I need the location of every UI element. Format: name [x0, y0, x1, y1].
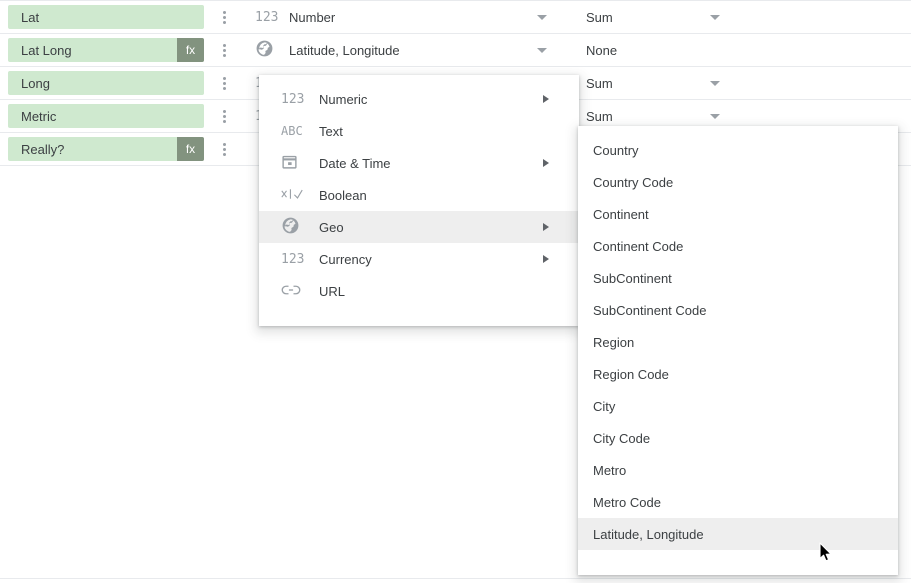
submenu-arrow-icon	[543, 95, 549, 103]
123-icon: 123	[255, 9, 279, 25]
menu-item-label: Boolean	[319, 187, 367, 203]
aggregation-label: None	[586, 42, 618, 58]
aggregation-label: Sum	[586, 75, 613, 91]
formula-fx-badge[interactable]: fx	[177, 137, 204, 161]
geo-menu-item-country-code[interactable]: Country Code	[578, 166, 898, 198]
geo-menu-item-latitude-longitude[interactable]: Latitude, Longitude	[578, 518, 898, 550]
submenu-arrow-icon	[543, 159, 549, 167]
type-menu-item-date-time[interactable]: Date & Time	[259, 147, 579, 179]
field-name-label: Really?	[21, 141, 65, 157]
geo-menu-item-continent[interactable]: Continent	[578, 198, 898, 230]
type-dropdown-caret-icon[interactable]	[537, 48, 547, 53]
globe-icon	[281, 216, 300, 238]
boolean-icon	[281, 187, 303, 204]
geo-menu-item-city-code[interactable]: City Code	[578, 422, 898, 454]
field-name-chip[interactable]: Lat	[8, 5, 204, 29]
field-type-cell[interactable]: 123 Number	[255, 1, 565, 33]
menu-item-label: Numeric	[319, 91, 368, 107]
geo-menu-item-subcontinent[interactable]: SubContinent	[578, 262, 898, 294]
abc-icon: ABC	[281, 124, 303, 138]
geo-menu-item-continent-code[interactable]: Continent Code	[578, 230, 898, 262]
menu-item-label: Text	[319, 123, 343, 139]
geo-menu-item-city[interactable]: City	[578, 390, 898, 422]
formula-fx-badge[interactable]: fx	[177, 38, 204, 62]
field-name-cell: Metric	[8, 104, 204, 128]
aggregation-dropdown-caret-icon[interactable]	[710, 15, 720, 20]
aggregation-cell[interactable]: Sum	[575, 67, 755, 99]
more-options-icon[interactable]	[210, 67, 238, 99]
more-options-icon[interactable]	[210, 100, 238, 132]
menu-item-icon-wrap	[281, 153, 319, 173]
aggregation-label: Sum	[586, 9, 613, 25]
geo-menu-item-country[interactable]: Country	[578, 134, 898, 166]
field-name-chip[interactable]: Lat Long	[8, 38, 204, 62]
geo-subtype-submenu[interactable]: Country Country Code Continent Continent Co…	[578, 126, 898, 575]
geo-menu-item-region-code[interactable]: Region Code	[578, 358, 898, 390]
data-type-menu[interactable]: 123 Numeric ABC Text Date & Time Boolean Geo 12…	[259, 75, 579, 326]
geo-menu-item-metro-code[interactable]: Metro Code	[578, 486, 898, 518]
menu-item-icon-wrap	[281, 187, 319, 204]
field-name-label: Lat Long	[21, 42, 72, 58]
field-type-label: Number	[289, 9, 336, 25]
globe-icon	[255, 39, 274, 61]
field-type-icon-wrap: 123	[255, 10, 289, 25]
field-name-cell: Really? fx	[8, 137, 204, 161]
submenu-arrow-icon	[543, 255, 549, 263]
more-options-icon[interactable]	[210, 34, 238, 66]
menu-item-label: Geo	[319, 219, 344, 235]
field-name-cell: Long	[8, 71, 204, 95]
field-name-label: Lat	[21, 9, 40, 25]
aggregation-cell[interactable]: None	[575, 34, 755, 66]
menu-item-icon-wrap: 123	[281, 252, 319, 267]
field-type-label: Latitude, Longitude	[289, 42, 400, 58]
link-icon	[281, 283, 301, 300]
geo-menu-item-region[interactable]: Region	[578, 326, 898, 358]
more-options-icon[interactable]	[210, 1, 238, 33]
123-icon: 123	[281, 91, 305, 107]
more-options-icon[interactable]	[210, 133, 238, 165]
field-row: Lat 123 Number Sum	[0, 0, 911, 34]
aggregation-label: Sum	[586, 108, 613, 124]
field-name-cell: Lat Long fx	[8, 38, 204, 62]
aggregation-cell[interactable]: Sum	[575, 1, 755, 33]
type-menu-item-numeric[interactable]: 123 Numeric	[259, 83, 579, 115]
type-menu-item-currency[interactable]: 123 Currency	[259, 243, 579, 275]
field-name-chip[interactable]: Metric	[8, 104, 204, 128]
menu-item-icon-wrap: 123	[281, 92, 319, 107]
geo-menu-item-metro[interactable]: Metro	[578, 454, 898, 486]
menu-item-icon-wrap	[281, 216, 319, 238]
menu-item-icon-wrap: ABC	[281, 124, 319, 138]
123-icon: 123	[281, 251, 305, 267]
aggregation-dropdown-caret-icon[interactable]	[710, 81, 720, 86]
field-name-chip[interactable]: Long	[8, 71, 204, 95]
calendar-icon	[281, 153, 298, 173]
bottom-divider	[0, 578, 911, 579]
submenu-arrow-icon	[543, 223, 549, 231]
type-menu-item-boolean[interactable]: Boolean	[259, 179, 579, 211]
field-name-chip[interactable]: Really?	[8, 137, 204, 161]
field-name-label: Metric	[21, 108, 57, 124]
type-menu-item-url[interactable]: URL	[259, 275, 579, 307]
geo-menu-item-subcontinent-code[interactable]: SubContinent Code	[578, 294, 898, 326]
menu-item-label: URL	[319, 283, 346, 299]
type-dropdown-caret-icon[interactable]	[537, 15, 547, 20]
type-menu-item-text[interactable]: ABC Text	[259, 115, 579, 147]
field-type-icon-wrap	[255, 39, 289, 61]
field-name-label: Long	[21, 75, 50, 91]
field-type-cell[interactable]: Latitude, Longitude	[255, 34, 565, 66]
field-row: Lat Long fx Latitude, Longitude None	[0, 34, 911, 67]
type-menu-item-geo[interactable]: Geo	[259, 211, 579, 243]
aggregation-dropdown-caret-icon[interactable]	[710, 114, 720, 119]
menu-item-label: Date & Time	[319, 155, 391, 171]
menu-item-label: Currency	[319, 251, 372, 267]
menu-item-icon-wrap	[281, 283, 319, 300]
field-name-cell: Lat	[8, 5, 204, 29]
